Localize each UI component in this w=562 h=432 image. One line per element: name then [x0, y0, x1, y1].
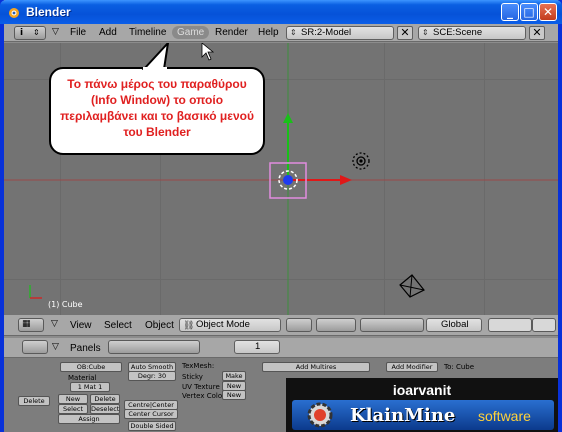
mode-selector[interactable]: ⛓ Object Mode [179, 318, 281, 332]
center-cursor-button[interactable]: Center Cursor [124, 409, 178, 419]
3d-viewport[interactable]: Το πάνω μέρος του παραθύρου (Info Window… [4, 43, 558, 315]
watermark-brand: KlainMine [350, 405, 456, 426]
updown-icon: ⇕ [33, 28, 40, 37]
object-mode-icon: ⛓ [183, 320, 195, 330]
modifier-target-label: To: Cube [444, 363, 475, 371]
grid-icon: ▦ [22, 319, 31, 329]
menu-select[interactable]: Select [104, 320, 132, 331]
collapse-triangle-icon[interactable]: ▽ [52, 27, 59, 37]
blender-window: Blender _ □ ✕ i ⇕ ▽ File Add Timeline Ga… [0, 0, 562, 432]
screen-name: SR:2-Model [301, 27, 352, 38]
double-sided-toggle[interactable]: Double Sided [128, 421, 176, 431]
collapse-triangle-icon[interactable]: ▽ [52, 342, 59, 352]
new-button[interactable]: New [58, 394, 88, 404]
menu-file[interactable]: File [70, 27, 86, 38]
callout-pointer [141, 43, 170, 73]
delete-material-button[interactable]: Delete [90, 394, 120, 404]
manipulator-toggles[interactable] [360, 318, 424, 332]
degr-field[interactable]: Degr: 30 [128, 371, 176, 381]
vertex-color-label: Vertex Color [182, 392, 226, 400]
menu-help[interactable]: Help [258, 27, 279, 38]
material-index[interactable]: 1 Mat 1 [70, 382, 110, 392]
make-sticky-button[interactable]: Make [222, 371, 246, 381]
new-vertex-color-button[interactable]: New [222, 390, 246, 400]
delete-screen-button[interactable]: ✕ [397, 26, 413, 40]
buttons-header: ▽ Panels 1 [4, 338, 558, 358]
scene-selector[interactable]: ⇕ SCE:Scene [418, 26, 526, 40]
3d-view-header: ▦ ▽ View Select Object ⛓ Object Mode Glo… [4, 315, 558, 336]
updown-icon: ⇕ [290, 28, 297, 37]
watermark-author: ioarvanit [392, 382, 452, 398]
layer-buttons[interactable] [488, 318, 532, 332]
menu-render[interactable]: Render [215, 27, 248, 38]
watermark-suffix: software [478, 408, 531, 424]
delete-button[interactable]: Delete [18, 396, 50, 406]
buttons-window: OB:Cube Material 1 Mat 1 Delete New Dele… [4, 358, 558, 432]
assign-button[interactable]: Assign [58, 414, 120, 424]
select-button[interactable]: Select [58, 404, 88, 414]
delete-scene-button[interactable]: ✕ [529, 26, 545, 40]
menu-game[interactable]: Game [172, 26, 210, 39]
close-button[interactable]: ✕ [539, 3, 557, 21]
mode-label: Object Mode [196, 319, 250, 330]
updown-icon: ⇕ [422, 28, 429, 37]
window-type-button[interactable] [22, 340, 48, 354]
window-type-button[interactable]: ▦ [18, 318, 44, 332]
watermark-logo: ioarvanit KlainMine software [286, 378, 558, 432]
window-title: Blender [26, 5, 71, 19]
menu-timeline[interactable]: Timeline [129, 27, 166, 38]
maximize-button[interactable]: □ [520, 3, 538, 21]
deselect-button[interactable]: Deselect [90, 404, 120, 414]
menu-object[interactable]: Object [145, 320, 174, 331]
draw-type-button[interactable] [286, 318, 312, 332]
texmesh-label: TexMesh: [182, 362, 215, 370]
pivot-button[interactable] [316, 318, 356, 332]
add-modifier-button[interactable]: Add Modifier [386, 362, 438, 372]
orientation-selector[interactable]: Global [426, 318, 482, 332]
blender-logo-icon [9, 8, 19, 18]
info-header: i ⇕ ▽ File Add Timeline Game Render Help… [4, 24, 558, 42]
object-label: (1) Cube [48, 300, 83, 309]
menu-view[interactable]: View [70, 320, 92, 331]
add-multires-button[interactable]: Add Multires [262, 362, 370, 372]
object-name-field[interactable]: OB:Cube [60, 362, 122, 372]
context-buttons[interactable] [108, 340, 200, 354]
watermark-banner: KlainMine software [292, 400, 554, 430]
scene-name: SCE:Scene [433, 27, 483, 38]
material-label: Material [68, 374, 97, 382]
frame-value: 1 [255, 341, 261, 352]
orientation-label: Global [441, 319, 469, 330]
minimize-button[interactable]: _ [501, 3, 519, 21]
panels-menu[interactable]: Panels [70, 343, 101, 354]
layer-buttons-2[interactable] [532, 318, 556, 332]
menu-add[interactable]: Add [99, 27, 117, 38]
sticky-label: Sticky [182, 373, 203, 381]
screen-selector[interactable]: ⇕ SR:2-Model [286, 26, 394, 40]
frame-number[interactable]: 1 [234, 340, 280, 354]
title-bar: Blender _ □ ✕ [0, 0, 562, 24]
uv-texture-label: UV Texture [182, 383, 220, 391]
window-type-button[interactable]: i ⇕ [14, 26, 46, 40]
gear-icon [307, 402, 333, 428]
collapse-triangle-icon[interactable]: ▽ [51, 319, 58, 329]
info-icon: i [20, 28, 24, 38]
